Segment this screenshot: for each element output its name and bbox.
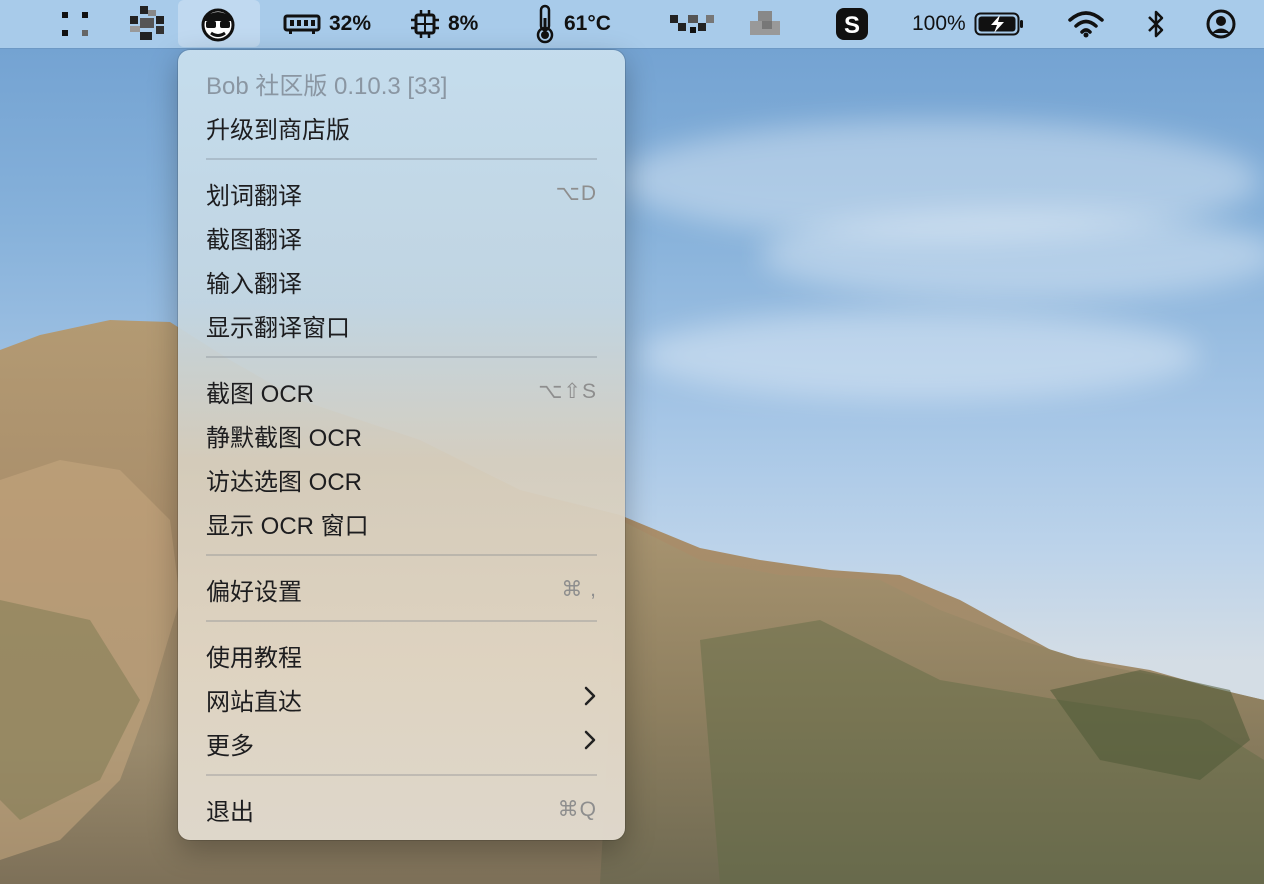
svg-text:S: S bbox=[844, 12, 860, 39]
memory-icon bbox=[283, 14, 321, 34]
menu-item-ocr-silent[interactable]: 静默截图 OCR bbox=[206, 415, 597, 455]
cpu-icon bbox=[411, 10, 439, 38]
translate-input-label: 输入翻译 bbox=[206, 270, 302, 298]
chevron-right-icon bbox=[583, 729, 597, 757]
user-account-icon[interactable] bbox=[1205, 0, 1237, 48]
quit-shortcut: ⌘Q bbox=[557, 797, 597, 821]
menu-separator bbox=[206, 774, 597, 776]
show-ocr-window-label: 显示 OCR 窗口 bbox=[206, 512, 369, 540]
ocr-finder-label: 访达选图 OCR bbox=[206, 468, 362, 496]
translate-selection-shortcut: ⌥D bbox=[555, 181, 597, 205]
cpu-usage[interactable]: 8% bbox=[410, 0, 478, 48]
menu-item-more[interactable]: 更多 bbox=[206, 723, 597, 763]
upgrade-label: 升级到商店版 bbox=[206, 116, 350, 144]
show-translate-window-label: 显示翻译窗口 bbox=[206, 314, 350, 342]
menu-item-ocr-screenshot[interactable]: 截图 OCR ⌥⇧S bbox=[206, 371, 597, 411]
more-label: 更多 bbox=[206, 732, 254, 760]
battery-percent: 100% bbox=[912, 12, 966, 35]
ocr-screenshot-shortcut: ⌥⇧S bbox=[538, 379, 597, 403]
menu-item-version: Bob 社区版 0.10.3 [33] bbox=[206, 63, 597, 103]
translate-selection-label: 划词翻译 bbox=[206, 182, 302, 210]
ocr-silent-label: 静默截图 OCR bbox=[206, 424, 362, 452]
menu-item-quit[interactable]: 退出 ⌘Q bbox=[206, 789, 597, 829]
menu-item-upgrade[interactable]: 升级到商店版 bbox=[206, 107, 597, 147]
menu-separator bbox=[206, 620, 597, 622]
cpu-percent: 8% bbox=[448, 12, 479, 35]
wifi-icon[interactable] bbox=[1068, 0, 1104, 48]
memory-usage[interactable]: 32% bbox=[283, 0, 371, 48]
menu-item-tutorial[interactable]: 使用教程 bbox=[206, 635, 597, 675]
temperature-value: 61°C bbox=[564, 12, 611, 35]
tutorial-label: 使用教程 bbox=[206, 644, 302, 672]
pixel-app-icon-3[interactable] bbox=[748, 0, 782, 48]
ocr-screenshot-label: 截图 OCR bbox=[206, 380, 314, 408]
menu-item-preferences[interactable]: 偏好设置 ⌘ , bbox=[206, 569, 597, 609]
menu-item-translate-screenshot[interactable]: 截图翻译 bbox=[206, 217, 597, 257]
menu-item-translate-selection[interactable]: 划词翻译 ⌥D bbox=[206, 173, 597, 213]
bob-app-icon[interactable] bbox=[198, 0, 238, 48]
temperature-reading[interactable]: 61°C bbox=[534, 0, 611, 48]
sogou-input-icon[interactable]: S bbox=[835, 0, 869, 48]
translate-screenshot-label: 截图翻译 bbox=[206, 226, 302, 254]
website-label: 网站直达 bbox=[206, 688, 302, 716]
menu-item-ocr-finder[interactable]: 访达选图 OCR bbox=[206, 459, 597, 499]
chevron-right-icon bbox=[583, 685, 597, 713]
battery-status[interactable]: 100% bbox=[912, 0, 1026, 48]
thermometer-icon bbox=[536, 4, 554, 44]
bluetooth-icon[interactable] bbox=[1146, 0, 1166, 48]
menu-item-show-ocr-window[interactable]: 显示 OCR 窗口 bbox=[206, 503, 597, 543]
pixel-app-icon[interactable] bbox=[126, 0, 170, 48]
menu-bar: 32% 8% 61°C S 100% bbox=[0, 0, 1264, 48]
preferences-shortcut: ⌘ , bbox=[561, 577, 597, 601]
battery-charging-icon bbox=[974, 12, 1023, 36]
dots-grid-icon[interactable] bbox=[60, 0, 92, 48]
memory-percent: 32% bbox=[329, 12, 372, 35]
pixel-app-icon-2[interactable] bbox=[670, 0, 716, 48]
menu-item-website[interactable]: 网站直达 bbox=[206, 679, 597, 719]
preferences-label: 偏好设置 bbox=[206, 578, 302, 606]
menu-item-translate-input[interactable]: 输入翻译 bbox=[206, 261, 597, 301]
menu-separator bbox=[206, 356, 597, 358]
menu-separator bbox=[206, 554, 597, 556]
menu-item-show-translate-window[interactable]: 显示翻译窗口 bbox=[206, 305, 597, 345]
bob-dropdown-menu: Bob 社区版 0.10.3 [33] 升级到商店版 划词翻译 ⌥D 截图翻译 … bbox=[178, 50, 625, 840]
quit-label: 退出 bbox=[206, 798, 254, 826]
version-label: Bob 社区版 0.10.3 [33] bbox=[206, 72, 448, 100]
menu-separator bbox=[206, 158, 597, 160]
